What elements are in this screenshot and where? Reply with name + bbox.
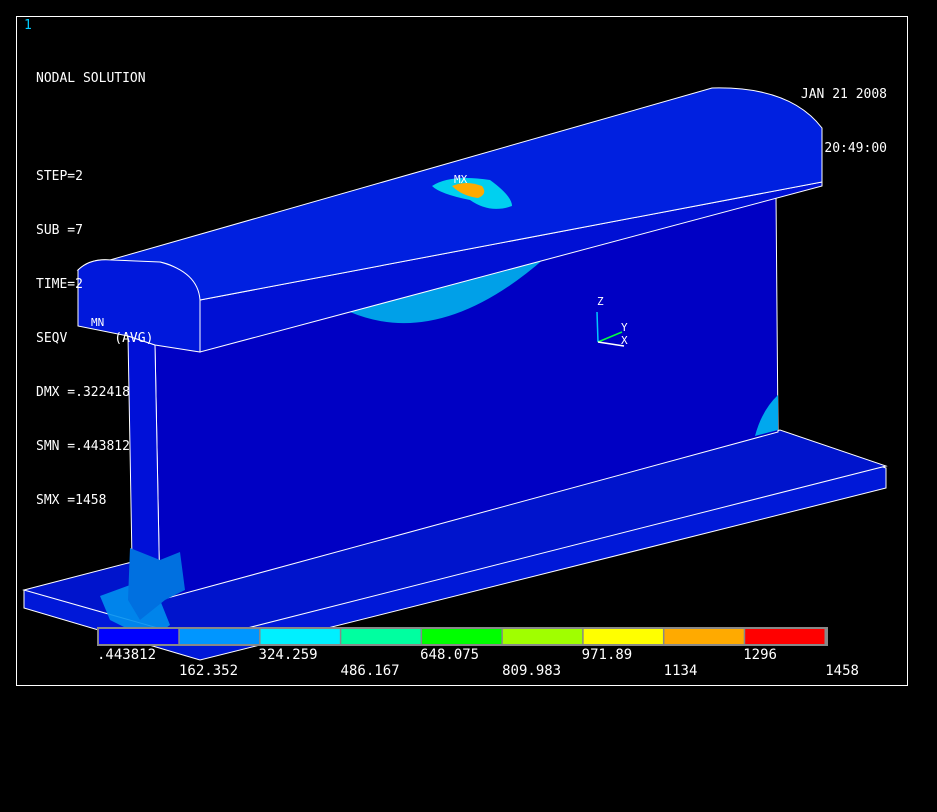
colorbar-swatch-9 — [745, 629, 825, 644]
date-label: JAN 21 2008 — [800, 87, 887, 102]
info-time: TIME=2 — [36, 277, 83, 292]
triad-z-label: Z — [597, 295, 604, 308]
max-marker: MX — [454, 173, 468, 186]
colorbar-label-bottom-3: 809.983 — [502, 663, 562, 679]
timestamp-block: JAN 21 2008 20:49:00 — [801, 50, 887, 176]
colorbar-label-bottom-4: 1134 — [663, 663, 698, 679]
info-smx: SMX =1458 — [36, 493, 107, 508]
contour-legend-bar — [97, 627, 828, 646]
info-smn: SMN =.443812 — [36, 439, 130, 454]
window-number: 1 — [24, 18, 32, 33]
info-step: STEP=2 — [36, 169, 83, 184]
colorbar-swatch-7 — [583, 629, 663, 644]
colorbar-label-bottom-5: 1458 — [825, 663, 859, 679]
info-sub: SUB =7 — [36, 223, 83, 238]
triad-x-label: X — [621, 334, 628, 347]
colorbar-label-bottom-2: 486.167 — [340, 663, 400, 679]
info-result: SEQV (AVG) — [36, 331, 154, 346]
colorbar-label-bottom-1: 162.352 — [179, 663, 239, 679]
colorbar-swatch-2 — [179, 629, 260, 644]
colorbar-label-top-3: 648.075 — [420, 647, 480, 663]
solution-info-block: NODAL SOLUTION STEP=2 SUB =7 TIME=2 SEQV… — [36, 34, 153, 528]
colorbar-swatch-1 — [99, 629, 179, 644]
colorbar-swatch-4 — [341, 629, 421, 644]
triad-y-label: Y — [621, 321, 628, 334]
info-dmx: DMX =.322418 — [36, 385, 130, 400]
colorbar-label-top-5: 1296 — [743, 647, 777, 663]
colorbar-label-top-1: .443812 — [97, 647, 157, 663]
colorbar-swatch-5 — [422, 629, 502, 644]
colorbar-label-top-4: 971.89 — [581, 647, 633, 663]
colorbar-swatch-8 — [664, 629, 744, 644]
colorbar-swatch-6 — [502, 629, 583, 644]
time-label: 20:49:00 — [824, 141, 887, 156]
colorbar-swatch-3 — [260, 629, 340, 644]
info-title: NODAL SOLUTION — [36, 71, 146, 86]
colorbar-label-top-2: 324.259 — [258, 647, 318, 663]
